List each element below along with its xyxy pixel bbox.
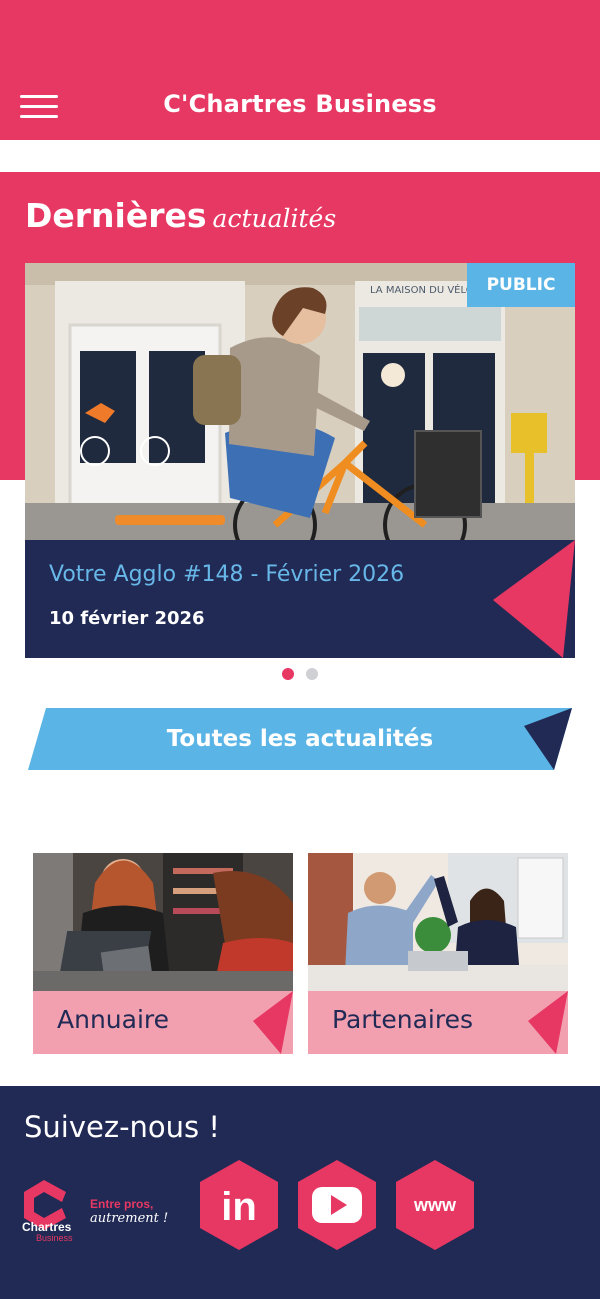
section-title-main: Dernières	[25, 196, 207, 235]
partners-tile[interactable]: Partenaires	[308, 853, 568, 1054]
app-title: C'Chartres Business	[163, 90, 437, 118]
logo-tagline-2: autrement !	[90, 1211, 168, 1226]
app-header: C'Chartres Business	[0, 0, 600, 140]
directory-photo-illustration	[33, 853, 293, 991]
news-title: Votre Agglo #148 - Février 2026	[49, 562, 405, 587]
partners-photo	[308, 853, 568, 991]
carousel-indicators	[0, 668, 600, 680]
website-icon: www	[396, 1160, 474, 1250]
news-card[interactable]: LA MAISON DU VÉLO PUBLIC Votre Agglo #14…	[25, 263, 575, 658]
section-title: Dernières actualités	[25, 196, 336, 235]
directory-photo	[33, 853, 293, 991]
partners-tile-triangle	[528, 991, 568, 1054]
logo-name-bottom: Business	[36, 1233, 73, 1243]
website-icon-text: www	[413, 1195, 457, 1215]
chartres-business-logo: Chartres Business Entre pros, autrement …	[22, 1180, 182, 1244]
follow-us-label: Suivez-nous !	[24, 1110, 220, 1144]
all-news-button[interactable]: Toutes les actualités	[28, 708, 572, 770]
public-badge: PUBLIC	[467, 263, 575, 307]
logo-tagline-1: Entre pros,	[90, 1197, 153, 1211]
directory-tile-triangle	[253, 991, 293, 1054]
directory-tile[interactable]: Annuaire	[33, 853, 293, 1054]
news-photo: LA MAISON DU VÉLO PUBLIC	[25, 263, 575, 540]
website-button[interactable]: www	[396, 1160, 474, 1250]
youtube-button[interactable]	[298, 1160, 376, 1250]
youtube-icon	[298, 1160, 376, 1250]
linkedin-icon: in	[200, 1160, 278, 1250]
logo-name-top: Chartres	[22, 1220, 72, 1234]
news-card-corner-triangle	[493, 540, 575, 658]
linkedin-button[interactable]: in	[200, 1160, 278, 1250]
carousel-dot-2[interactable]	[306, 668, 318, 680]
all-news-button-label: Toutes les actualités	[166, 726, 434, 752]
chartres-business-logo-graphic: Chartres Business Entre pros, autrement …	[22, 1180, 168, 1243]
section-title-script: actualités	[212, 204, 337, 233]
storefront-sign: LA MAISON DU VÉLO	[370, 283, 474, 296]
carousel-dot-1[interactable]	[282, 668, 294, 680]
partners-photo-illustration	[308, 853, 568, 991]
directory-tile-label: Annuaire	[57, 1005, 170, 1034]
linkedin-icon-text: in	[221, 1185, 257, 1229]
news-date: 10 février 2026	[49, 608, 205, 629]
partners-tile-label: Partenaires	[332, 1005, 473, 1034]
